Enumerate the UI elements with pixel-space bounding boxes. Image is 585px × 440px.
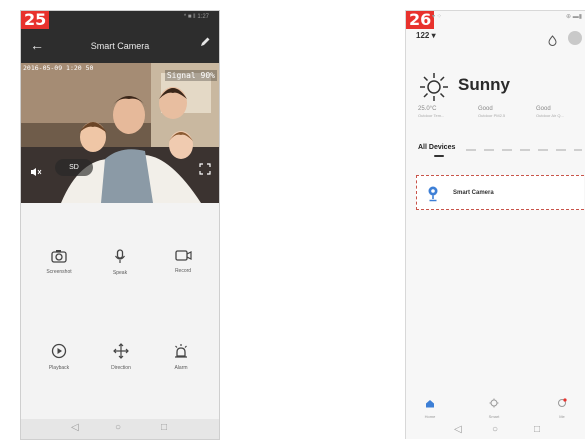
step-badge: 25 — [21, 11, 50, 29]
control-label: Direction — [111, 365, 131, 371]
nav-back-icon[interactable]: ◁ — [71, 422, 79, 433]
stat-temperature: 25.0°C Outdoor Tem... — [418, 106, 458, 118]
app-bar: * ■ ‖ 1:27 ← Smart Camera — [21, 11, 219, 63]
tab-label: Smart — [488, 414, 500, 419]
home-screen: 26 ▾ ⁘ ⊕ ▬▮ 122 ▾ Sunny 25.0°C Outdoor T… — [405, 10, 585, 439]
microphone-icon — [115, 249, 125, 263]
nav-home-icon[interactable]: ○ — [492, 424, 498, 435]
speak-button[interactable]: Speak — [90, 249, 150, 276]
nav-recent-icon[interactable]: □ — [534, 424, 540, 435]
device-name: Smart Camera — [453, 190, 494, 196]
video-record-icon — [174, 250, 192, 261]
playback-button[interactable]: Playback — [29, 343, 89, 371]
stat-pm25: Good Outdoor PM2.5 — [478, 106, 518, 118]
control-label: Record — [174, 268, 192, 274]
home-icon — [426, 400, 434, 408]
stat-value: Good — [536, 106, 551, 112]
control-grid: Screenshot Speak Record Playback Directi… — [21, 203, 219, 439]
tab-underline — [434, 155, 444, 157]
system-nav-bar: ◁ ○ □ — [406, 421, 585, 439]
room-tabs[interactable] — [466, 149, 582, 151]
tab-me[interactable]: Me — [542, 395, 582, 419]
smart-icon — [489, 398, 499, 408]
system-nav-bar: ◁ ○ □ — [21, 419, 219, 439]
pencil-icon[interactable] — [199, 35, 211, 53]
home-selector[interactable]: 122 ▾ — [416, 31, 436, 40]
direction-icon — [113, 343, 129, 359]
sun-icon — [418, 71, 450, 108]
nav-recent-icon[interactable]: □ — [161, 422, 167, 433]
stat-value: Good — [478, 106, 493, 112]
camera-screen: * ■ ‖ 1:27 ← Smart Camera 25 2016-05-09 … — [20, 10, 220, 440]
tab-label: Me — [559, 414, 565, 419]
stat-label: Outdoor Tem... — [418, 113, 445, 118]
status-bar-right: ⊕ ▬▮ — [566, 14, 582, 20]
nav-home-icon[interactable]: ○ — [115, 422, 121, 433]
live-video[interactable]: 2016-05-09 1:20 50 Signal 90% SD — [21, 63, 219, 203]
alarm-button[interactable]: Alarm — [151, 343, 211, 371]
control-label: Speak — [112, 270, 128, 276]
tab-home[interactable]: Home — [410, 395, 450, 419]
device-card[interactable]: Smart Camera — [416, 175, 584, 210]
weather-condition: Sunny — [458, 75, 510, 94]
signal-strength: Signal 90% — [164, 70, 217, 81]
camera-icon — [51, 250, 67, 263]
nav-back-icon[interactable]: ◁ — [454, 424, 462, 435]
quality-button[interactable]: SD — [55, 159, 93, 176]
camera-device-icon — [427, 186, 439, 207]
me-icon — [558, 398, 567, 407]
tab-smart[interactable]: Smart — [474, 395, 514, 419]
screenshot-button[interactable]: Screenshot — [29, 249, 89, 275]
speaker-icon[interactable] — [30, 164, 42, 182]
tab-all-devices[interactable]: All Devices — [418, 144, 455, 151]
status-bar-left: ▾ ⁘ — [432, 14, 442, 20]
bottom-tab-bar: Home Smart Me — [406, 391, 585, 421]
stat-label: Outdoor Air Q... — [536, 113, 564, 118]
video-frame — [21, 63, 219, 203]
status-bar: * ■ ‖ 1:27 — [183, 14, 209, 20]
stat-air-quality: Good Outdoor Air Q... — [536, 106, 576, 118]
control-label: Alarm — [174, 365, 188, 371]
stat-label: Outdoor PM2.5 — [478, 113, 506, 118]
tab-label: Home — [424, 414, 436, 419]
control-label: Screenshot — [46, 269, 72, 275]
fullscreen-icon[interactable] — [199, 162, 211, 180]
avatar[interactable] — [568, 31, 582, 45]
playback-icon — [51, 343, 67, 359]
direction-button[interactable]: Direction — [91, 343, 151, 371]
voice-icon[interactable] — [548, 33, 557, 51]
video-timestamp: 2016-05-09 1:20 50 — [23, 64, 94, 72]
step-badge: 26 — [406, 11, 435, 29]
page-title: Smart Camera — [90, 41, 150, 51]
control-label: Playback — [48, 365, 70, 371]
record-button[interactable]: Record — [153, 249, 213, 274]
alarm-icon — [175, 344, 187, 358]
stat-value: 25.0°C — [418, 106, 437, 112]
